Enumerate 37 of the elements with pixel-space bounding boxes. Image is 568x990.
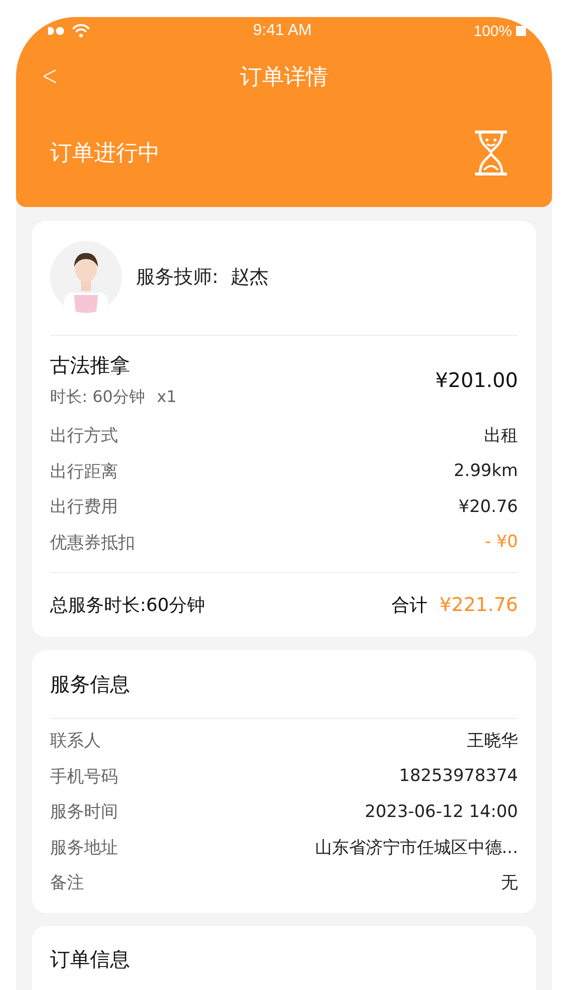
info-value: 无 bbox=[501, 872, 518, 894]
order-status: 订单进行中 bbox=[50, 140, 160, 168]
fee-label: 出行距离 bbox=[50, 460, 118, 483]
signal-icon bbox=[48, 26, 64, 36]
total-amount: ¥221.76 bbox=[439, 594, 518, 616]
section-title: 订单信息 bbox=[50, 946, 131, 973]
fee-label: 优惠券抵扣 bbox=[50, 532, 135, 554]
fee-value: 2.99km bbox=[454, 461, 518, 482]
fee-value: - ¥0 bbox=[484, 532, 518, 552]
battery-icon bbox=[516, 26, 526, 36]
service-name: 古法推拿 bbox=[50, 352, 131, 379]
service-duration: 时长: 60分钟 bbox=[50, 387, 145, 406]
service-price: ¥201.00 bbox=[435, 368, 518, 392]
fee-label: 出行方式 bbox=[50, 425, 118, 448]
battery-level: 100% bbox=[474, 22, 512, 40]
section-title: 服务信息 bbox=[50, 670, 131, 698]
technician-name: 服务技师: 赵杰 bbox=[136, 265, 268, 290]
back-button[interactable]: < bbox=[38, 59, 61, 92]
info-label: 服务地址 bbox=[50, 836, 118, 859]
fee-label: 出行费用 bbox=[50, 496, 118, 518]
info-label: 联系人 bbox=[50, 730, 101, 752]
fee-value: ¥20.76 bbox=[458, 496, 518, 517]
info-value: 2023-06-12 14:00 bbox=[364, 802, 518, 822]
info-label: 备注 bbox=[50, 872, 84, 894]
info-label: 服务时间 bbox=[50, 801, 118, 824]
total-duration: 总服务时长:60分钟 bbox=[50, 594, 205, 617]
info-label: 手机号码 bbox=[50, 766, 118, 788]
info-value: 18253978374 bbox=[399, 766, 518, 786]
info-value: 王晓华 bbox=[467, 730, 518, 752]
status-time: 9:41 AM bbox=[253, 22, 312, 40]
total-label: 合计 bbox=[391, 594, 428, 617]
info-value: 山东省济宁市任城区中德... bbox=[314, 836, 518, 859]
service-quantity: x1 bbox=[156, 387, 176, 406]
wifi-icon bbox=[72, 24, 90, 38]
page-title: 订单详情 bbox=[240, 64, 328, 92]
hourglass-icon bbox=[472, 130, 510, 176]
fee-value: 出租 bbox=[484, 425, 518, 448]
